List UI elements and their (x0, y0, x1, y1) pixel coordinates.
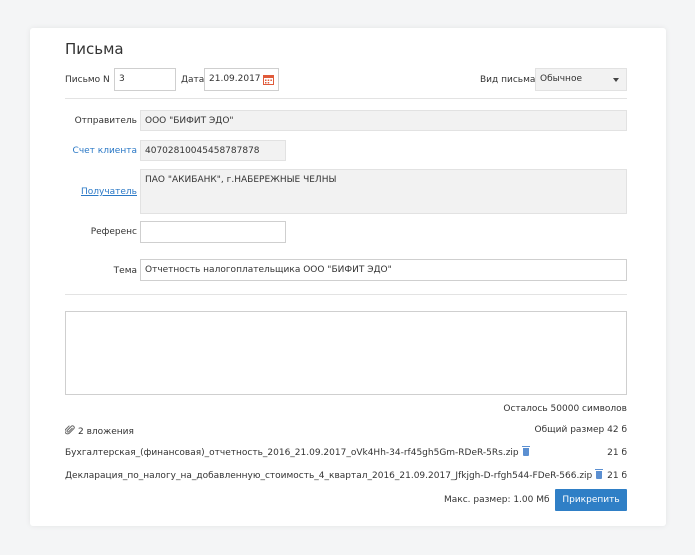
attachment-name: Декларация_по_налогу_на_добавленную_стои… (65, 471, 593, 481)
recipient-link[interactable]: Получатель (65, 187, 137, 197)
letter-number-label: Письмо N (65, 75, 110, 85)
client-account-link[interactable]: Счет клиента (65, 146, 137, 156)
letter-type-value: Обычное (540, 74, 582, 84)
chevron-down-icon (613, 78, 619, 82)
attachments-count-label: 2 вложения (78, 427, 134, 437)
attachment-size: 21 б (607, 471, 627, 481)
letter-number-input[interactable]: 3 (114, 68, 176, 91)
attachments-count: 2 вложения (64, 425, 134, 437)
attach-button[interactable]: Прикрепить (555, 489, 627, 511)
client-account-field: 40702810045458787878 (140, 140, 286, 161)
divider (65, 294, 627, 295)
calendar-icon[interactable] (263, 74, 274, 85)
max-size-label: Макс. размер: 1.00 Мб (444, 495, 550, 505)
attachment-item[interactable]: Декларация_по_налогу_на_добавленную_стои… (65, 469, 604, 481)
date-value: 21.09.2017 (209, 74, 261, 84)
attachment-size: 21 б (607, 448, 627, 458)
letter-type-label: Вид письма (480, 75, 536, 85)
page-title: Письма (65, 40, 124, 58)
sender-field: ООО "БИФИТ ЭДО" (140, 110, 627, 131)
date-label: Дата (181, 75, 205, 85)
paperclip-icon (64, 425, 75, 435)
trash-icon[interactable] (521, 446, 530, 456)
sender-label: Отправитель (74, 116, 137, 126)
divider (65, 98, 627, 99)
attachment-item[interactable]: Бухгалтерская_(финансовая)_отчетность_20… (65, 446, 530, 458)
recipient-field: ПАО "АКИБАНК", г.НАБЕРЕЖНЫЕ ЧЕЛНЫ (140, 169, 627, 214)
letter-type-select[interactable]: Обычное (535, 68, 627, 91)
reference-label: Референс (90, 227, 137, 237)
trash-icon[interactable] (595, 469, 604, 479)
letter-form-card: Письма Письмо N 3 Дата 21.09.2017 Вид пи… (30, 28, 666, 526)
reference-input[interactable] (140, 221, 286, 243)
subject-label: Тема (113, 266, 137, 276)
message-body-textarea[interactable] (65, 311, 627, 395)
attachments-total-size: Общий размер 42 б (534, 425, 627, 435)
attachment-name: Бухгалтерская_(финансовая)_отчетность_20… (65, 448, 519, 458)
date-input[interactable]: 21.09.2017 (204, 68, 279, 91)
remaining-chars: Осталось 50000 символов (503, 404, 627, 414)
subject-input[interactable]: Отчетность налогоплательщика ООО "БИФИТ … (140, 259, 627, 281)
